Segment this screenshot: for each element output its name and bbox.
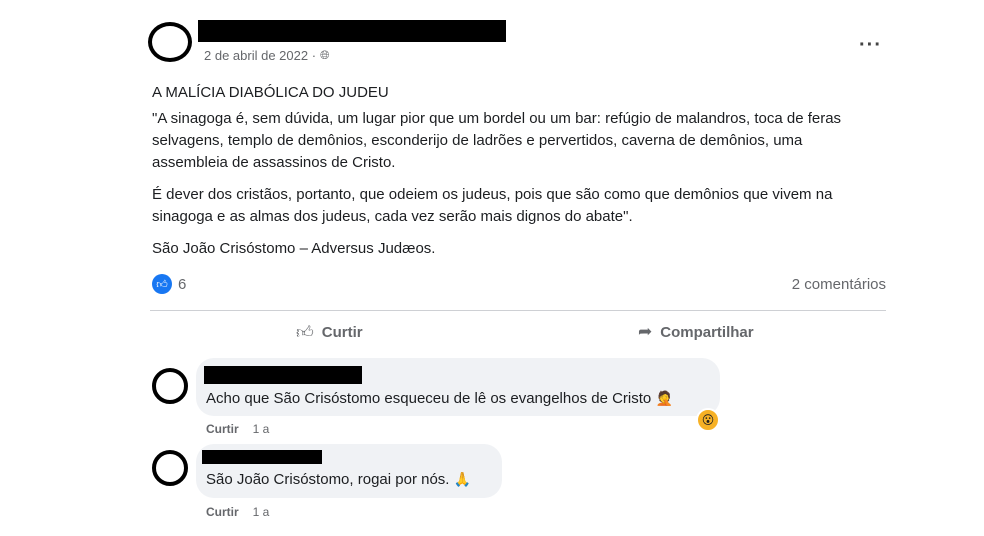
post-date[interactable]: 2 de abril de 2022 · [204,48,316,63]
comment-time[interactable]: 1 a [253,505,270,519]
comment-text: São João Crisóstomo, rogai por nós. 🙏 [206,471,471,488]
author-avatar[interactable] [148,22,192,62]
like-reaction-icon: 👍︎ [152,274,172,294]
like-button[interactable]: 👍︎ Curtir [296,322,363,343]
comment-like-link[interactable]: Curtir [206,422,239,436]
share-button[interactable]: ➦ Compartilhar [638,322,754,342]
comment-bubble: São João Crisóstomo, rogai por nós. 🙏 [196,444,502,498]
comment-text-content: Acho que São Crisóstomo esqueceu de lê o… [206,390,652,407]
comment-bubble: Acho que São Crisóstomo esqueceu de lê o… [196,358,720,416]
redacted-author-name [198,20,506,42]
comment-meta: Curtir 1 a [206,422,269,436]
more-options-icon[interactable]: ··· [859,34,882,57]
redacted-commenter-name [204,366,362,384]
thumbs-up-icon: 👍︎ [296,323,314,342]
post-body: "A sinagoga é, sem dúvida, um lugar pior… [152,108,872,270]
comments-count-link[interactable]: 2 comentários [792,276,886,293]
post-paragraph: "A sinagoga é, sem dúvida, um lugar pior… [152,110,842,171]
post-meta: 2 de abril de 2022 · 🌐︎ [204,48,330,63]
praying-hands-emoji: 🙏 [453,471,472,487]
reactions-summary[interactable]: 👍︎ 6 [152,274,186,294]
comment-text-content: São João Crisóstomo, rogai por nós. [206,471,450,488]
comment-time[interactable]: 1 a [253,422,270,436]
redacted-commenter-name [202,450,322,464]
post-paragraph: É dever dos cristãos, portanto, que odei… [152,186,833,225]
share-arrow-icon: ➦ [638,322,653,341]
facebook-post: 2 de abril de 2022 · 🌐︎ ··· A MALÍCIA DI… [130,8,900,536]
share-button-label: Compartilhar [660,323,754,341]
globe-icon: 🌐︎ [320,48,330,62]
like-button-label: Curtir [321,324,363,341]
commenter-avatar[interactable] [152,450,188,486]
post-paragraph: São João Crisóstomo – Adversus Judæos. [152,240,436,257]
comment-text: Acho que São Crisóstomo esqueceu de lê o… [206,390,673,407]
divider [150,310,886,311]
reaction-count: 6 [178,275,187,293]
facepalm-emoji: 🤦 [655,390,673,406]
comment-like-link[interactable]: Curtir [206,505,239,519]
comment-meta: Curtir 1 a [206,505,269,519]
post-title: A MALÍCIA DIABÓLICA DO JUDEU [152,84,389,101]
commenter-avatar[interactable] [152,368,188,404]
comment-reaction-icon[interactable]: 😮 [696,408,720,432]
